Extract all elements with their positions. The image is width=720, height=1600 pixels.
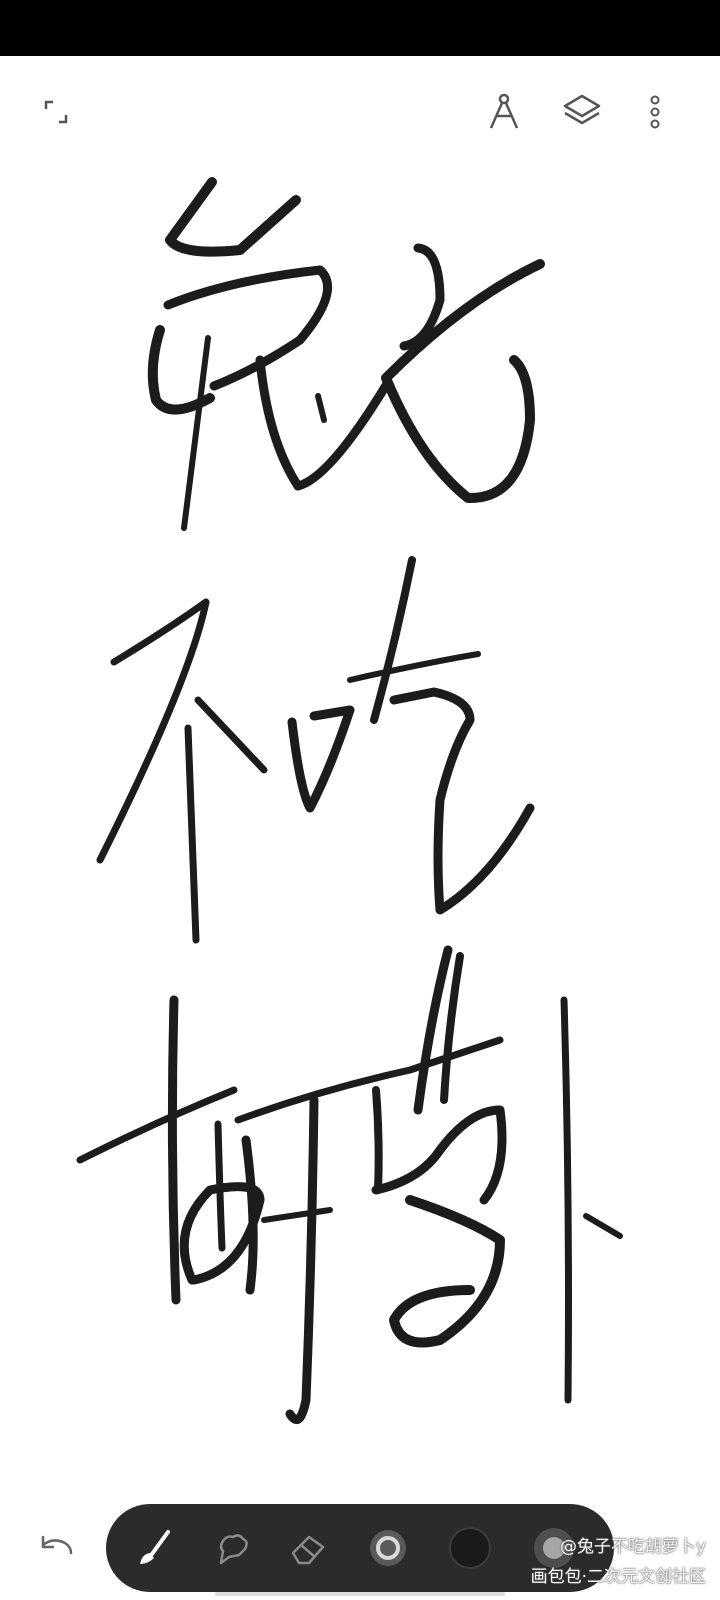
color-picker-button[interactable] [440,1518,500,1578]
eraser-tool-button[interactable] [278,1518,338,1578]
home-indicator [215,1592,505,1596]
brush-size-button[interactable] [358,1518,418,1578]
smudge-icon [219,1534,248,1565]
smudge-tool-button[interactable] [202,1518,262,1578]
handwritten-artwork [76,177,623,1425]
drawing-canvas[interactable] [0,56,720,1496]
color-swatch [449,1527,491,1569]
undo-icon [41,1535,73,1555]
watermark-author: @兔子不吃胡萝卜y [559,1537,706,1557]
brush-tool-button[interactable] [126,1518,186,1578]
status-bar [0,0,720,56]
eraser-icon [291,1535,325,1565]
watermark-platform: 画包包·二次元文创社区 [530,1567,706,1587]
brush-size-icon [370,1530,406,1566]
brush-icon [140,1530,170,1564]
undo-button[interactable] [30,1524,80,1568]
